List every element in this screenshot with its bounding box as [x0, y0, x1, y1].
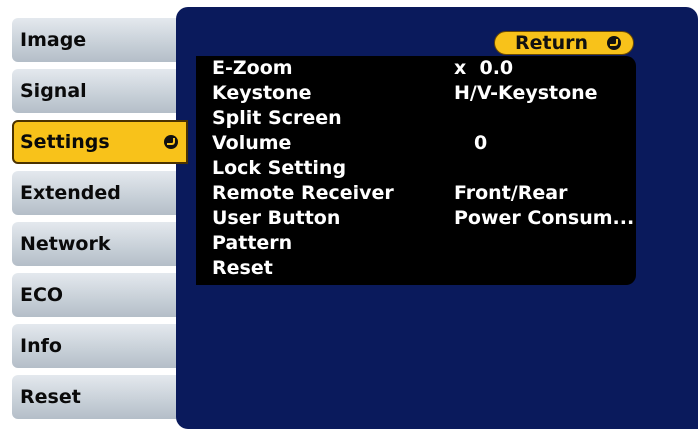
row-label: Reset [212, 257, 273, 279]
enter-icon [607, 36, 621, 50]
sidebar-item-label: Reset [20, 386, 81, 408]
sidebar-item-settings[interactable]: Settings [12, 120, 188, 164]
sidebar-item-info[interactable]: Info [12, 324, 182, 368]
menu-row-volume[interactable]: Volume 0 [196, 131, 636, 156]
row-label: User Button [212, 207, 341, 229]
menu-row-split-screen[interactable]: Split Screen [196, 106, 636, 131]
row-label: Lock Setting [212, 157, 347, 179]
menu-row-keystone[interactable]: Keystone H/V-Keystone [196, 81, 636, 106]
enter-icon [164, 135, 178, 149]
sidebar-item-network[interactable]: Network [12, 222, 182, 266]
row-label: Pattern [212, 232, 293, 254]
sidebar-item-extended[interactable]: Extended [12, 171, 182, 215]
menu-row-reset[interactable]: Reset [196, 256, 636, 281]
menu-row-remote-receiver[interactable]: Remote Receiver Front/Rear [196, 181, 636, 206]
row-value: Front/Rear [454, 182, 568, 204]
row-label: Split Screen [212, 107, 342, 129]
menu-row-e-zoom[interactable]: E-Zoom x 0.0 [196, 56, 636, 81]
menu-row-lock-setting[interactable]: Lock Setting [196, 156, 636, 181]
sidebar-item-label: Extended [20, 182, 121, 204]
sidebar-item-label: ECO [20, 284, 64, 306]
sidebar-item-label: Signal [20, 80, 87, 102]
row-label: Volume [212, 132, 292, 154]
return-button-label: Return [515, 32, 589, 54]
row-value: 0 [474, 132, 488, 154]
return-button[interactable]: Return [494, 31, 634, 55]
menu-row-user-button[interactable]: User Button Power Consum... [196, 206, 636, 231]
row-value: Power Consum... [454, 207, 635, 229]
sidebar-item-image[interactable]: Image [12, 18, 182, 62]
sidebar-item-label: Image [20, 29, 87, 51]
menu-row-pattern[interactable]: Pattern [196, 231, 636, 256]
row-value: H/V-Keystone [454, 82, 598, 104]
row-label: Keystone [212, 82, 312, 104]
sidebar-item-reset[interactable]: Reset [12, 375, 182, 419]
sidebar-item-signal[interactable]: Signal [12, 69, 182, 113]
row-label: E-Zoom [212, 57, 293, 79]
sidebar-item-label: Settings [20, 131, 110, 153]
row-value: x 0.0 [454, 57, 514, 79]
row-label: Remote Receiver [212, 182, 394, 204]
sidebar-item-label: Network [20, 233, 111, 255]
sidebar-item-label: Info [20, 335, 62, 357]
sidebar-item-eco[interactable]: ECO [12, 273, 182, 317]
